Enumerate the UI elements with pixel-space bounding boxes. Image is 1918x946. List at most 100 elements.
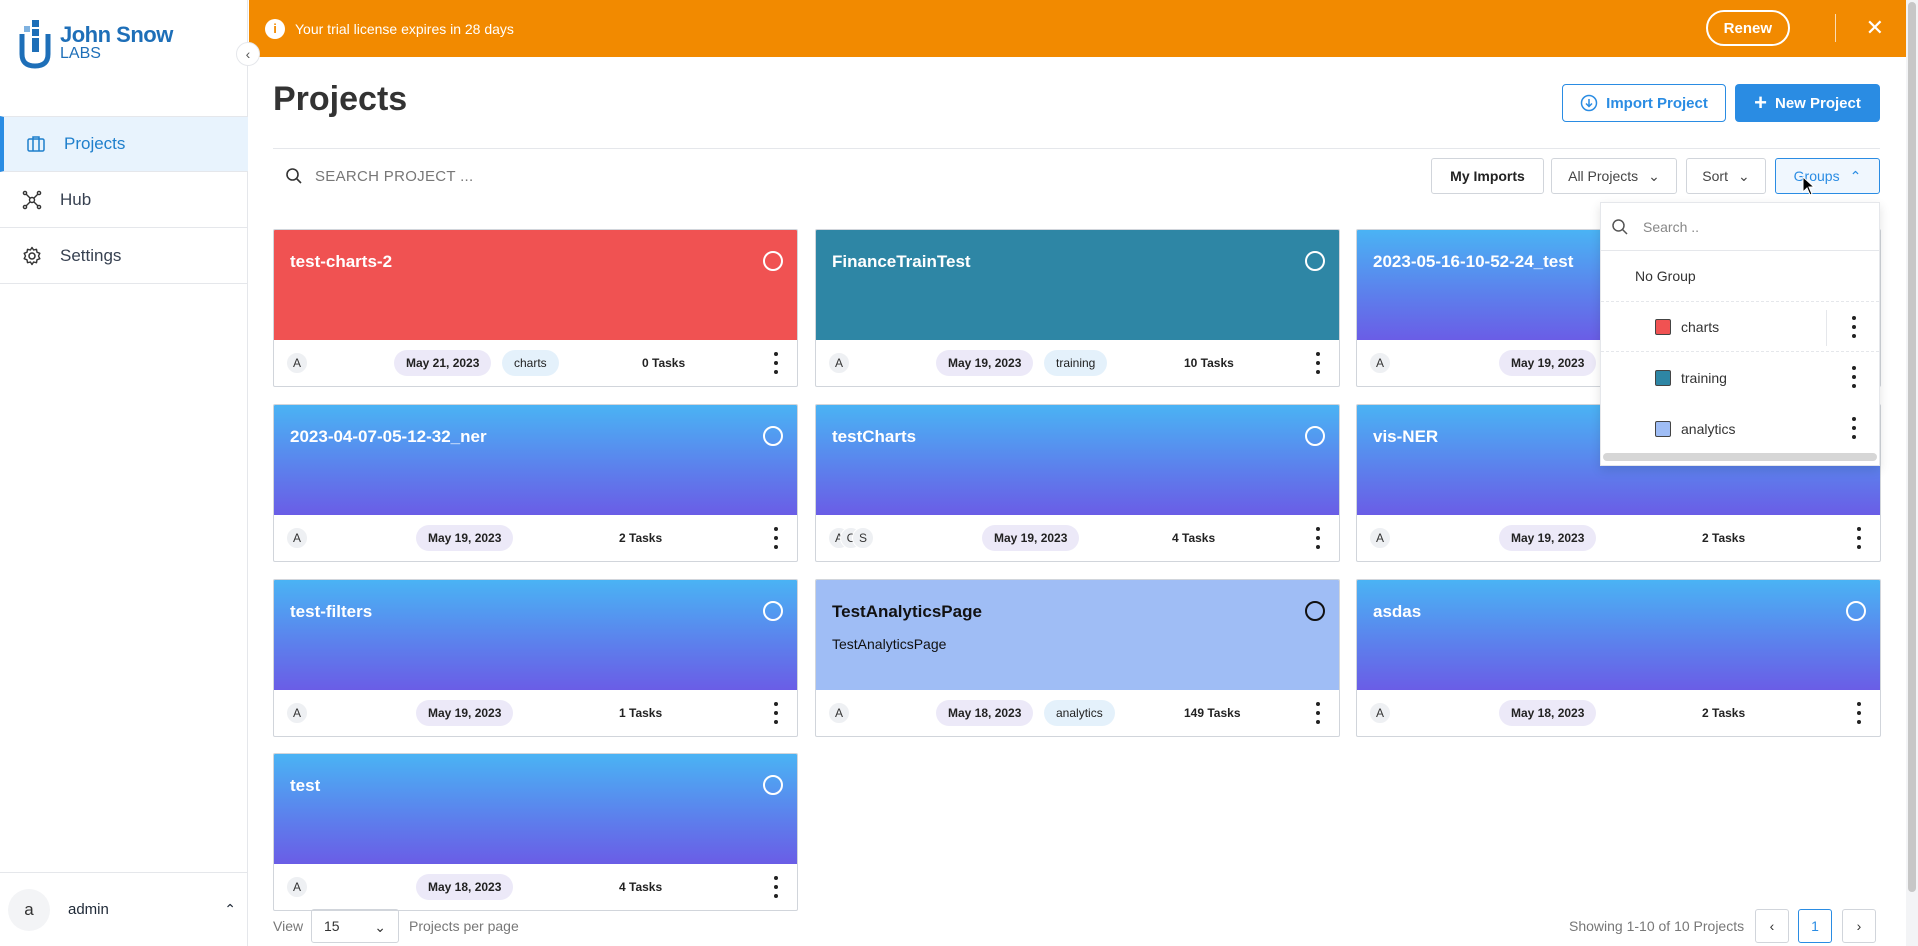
sidebar-item-hub[interactable]: Hub	[0, 172, 248, 228]
group-tag[interactable]: analytics	[1044, 700, 1115, 726]
per-page-select[interactable]: 15 ⌄	[311, 909, 399, 943]
team-member-avatar[interactable]: A	[1369, 352, 1391, 374]
prev-page-button[interactable]: ‹	[1755, 909, 1789, 943]
select-project-radio[interactable]	[1305, 601, 1325, 621]
more-vertical-icon[interactable]	[1851, 316, 1857, 338]
groups-search-input[interactable]: Search ..	[1601, 203, 1879, 251]
project-card-footer: A May 21, 2023 charts 0 Tasks	[274, 340, 797, 386]
sort-label: Sort	[1702, 168, 1728, 184]
project-card-header[interactable]: test-charts-2	[274, 230, 797, 340]
more-vertical-icon[interactable]	[1851, 366, 1857, 388]
more-vertical-icon[interactable]	[773, 876, 779, 898]
vertical-scrollbar[interactable]	[1906, 0, 1918, 946]
project-card-header[interactable]: test	[274, 754, 797, 864]
chevron-down-icon: ⌄	[1737, 167, 1750, 184]
scrollbar-thumb[interactable]	[1908, 2, 1916, 892]
brand-logo[interactable]: John Snow LABS	[18, 16, 173, 70]
view-label: View	[273, 918, 304, 934]
select-project-radio[interactable]	[1305, 426, 1325, 446]
project-name[interactable]: 2023-04-07-05-12-32_ner	[290, 427, 781, 447]
select-project-radio[interactable]	[1305, 251, 1325, 271]
team-member-avatar[interactable]: A	[286, 352, 308, 374]
project-card[interactable]: testCharts A C S May 19, 2023 4 Tasks	[815, 404, 1340, 562]
project-card[interactable]: test-filters A May 19, 2023 1 Tasks	[273, 579, 798, 737]
close-icon[interactable]: ✕	[1866, 15, 1884, 41]
header-divider	[273, 148, 1880, 149]
select-project-radio[interactable]	[1846, 601, 1866, 621]
team-member-avatar[interactable]: A	[1369, 702, 1391, 724]
project-card[interactable]: test-charts-2 A May 21, 2023 charts 0 Tasks	[273, 229, 798, 387]
more-vertical-icon[interactable]	[773, 702, 779, 724]
search-project-input[interactable]: SEARCH PROJECT ...	[273, 156, 873, 196]
more-vertical-icon[interactable]	[1315, 527, 1321, 549]
group-option-training[interactable]: training	[1601, 352, 1879, 403]
more-vertical-icon[interactable]	[1315, 702, 1321, 724]
sidebar-item-settings[interactable]: Settings	[0, 228, 248, 284]
new-project-button[interactable]: + New Project	[1735, 84, 1880, 122]
project-card-header[interactable]: test-filters	[274, 580, 797, 690]
select-project-radio[interactable]	[763, 251, 783, 271]
project-card-header[interactable]: TestAnalyticsPage TestAnalyticsPage	[816, 580, 1339, 690]
more-vertical-icon[interactable]	[773, 352, 779, 374]
project-name[interactable]: asdas	[1373, 602, 1864, 622]
team-member-avatar[interactable]: A	[828, 702, 850, 724]
project-name[interactable]: FinanceTrainTest	[832, 252, 1323, 272]
select-project-radio[interactable]	[763, 601, 783, 621]
renew-button[interactable]: Renew	[1705, 10, 1790, 46]
sort-dropdown[interactable]: Sort ⌄	[1686, 158, 1766, 194]
horizontal-scrollbar[interactable]	[1603, 453, 1877, 461]
no-group-option[interactable]: No Group	[1601, 251, 1879, 301]
collapse-sidebar-button[interactable]: ‹	[236, 42, 260, 66]
more-vertical-icon[interactable]	[1851, 417, 1857, 439]
project-card-footer: A May 18, 2023 2 Tasks	[1357, 690, 1880, 736]
project-card-footer: A May 19, 2023 2 Tasks	[1357, 515, 1880, 561]
project-card-header[interactable]: 2023-04-07-05-12-32_ner	[274, 405, 797, 515]
project-card[interactable]: TestAnalyticsPage TestAnalyticsPage A May 1…	[815, 579, 1340, 737]
project-name[interactable]: test-filters	[290, 602, 781, 622]
project-card[interactable]: test A May 18, 2023 4 Tasks	[273, 753, 798, 911]
sidebar-item-label: Projects	[64, 134, 126, 153]
team-member-avatar[interactable]: A	[286, 702, 308, 724]
import-project-button[interactable]: Import Project	[1562, 84, 1726, 122]
page-1-button[interactable]: 1	[1798, 909, 1832, 943]
next-page-button[interactable]: ›	[1842, 909, 1876, 943]
group-tag[interactable]: training	[1044, 350, 1108, 376]
showing-count: Showing 1-10 of 10 Projects	[1569, 918, 1745, 934]
team-member-avatar[interactable]: A	[828, 352, 850, 374]
project-card-header[interactable]: testCharts	[816, 405, 1339, 515]
project-card[interactable]: asdas A May 18, 2023 2 Tasks	[1356, 579, 1881, 737]
team-member-avatar[interactable]: A	[286, 876, 308, 898]
brand-line-2: LABS	[60, 45, 101, 63]
project-card[interactable]: 2023-04-07-05-12-32_ner A May 19, 2023 2 Ta…	[273, 404, 798, 562]
project-name[interactable]: test-charts-2	[290, 252, 781, 272]
team-member-avatar[interactable]: A	[1369, 527, 1391, 549]
select-project-radio[interactable]	[763, 426, 783, 446]
task-count: 2 Tasks	[1702, 531, 1746, 545]
my-imports-button[interactable]: My Imports	[1431, 158, 1544, 194]
user-menu[interactable]: a admin ⌃	[0, 872, 248, 946]
all-projects-dropdown[interactable]: All Projects ⌄	[1551, 158, 1677, 194]
more-vertical-icon[interactable]	[1856, 702, 1862, 724]
more-vertical-icon[interactable]	[773, 527, 779, 549]
plus-icon: +	[1754, 90, 1767, 115]
groups-dropdown[interactable]: Groups ⌃	[1775, 158, 1880, 194]
select-project-radio[interactable]	[763, 775, 783, 795]
team-member-avatar[interactable]: A	[286, 527, 308, 549]
team-member-avatar[interactable]: S	[852, 527, 874, 549]
group-option-charts[interactable]: charts	[1601, 301, 1879, 352]
more-vertical-icon[interactable]	[1315, 352, 1321, 374]
group-tag[interactable]: charts	[502, 350, 559, 376]
sidebar-item-projects[interactable]: Projects	[0, 116, 248, 172]
group-option-analytics[interactable]: analytics	[1601, 403, 1879, 454]
project-card[interactable]: FinanceTrainTest A May 19, 2023 training 10 …	[815, 229, 1340, 387]
project-card-header[interactable]: FinanceTrainTest	[816, 230, 1339, 340]
pagination-footer: View 15 ⌄ Projects per page Showing 1-10…	[249, 906, 1906, 946]
project-card-header[interactable]: asdas	[1357, 580, 1880, 690]
project-name[interactable]: testCharts	[832, 427, 1323, 447]
chevron-left-icon: ‹	[245, 46, 251, 62]
project-name[interactable]: test	[290, 776, 781, 796]
trial-license-banner: i Your trial license expires in 28 days …	[249, 0, 1906, 57]
more-vertical-icon[interactable]	[1856, 527, 1862, 549]
project-name[interactable]: TestAnalyticsPage	[832, 602, 1323, 622]
created-date: May 19, 2023	[936, 350, 1034, 376]
